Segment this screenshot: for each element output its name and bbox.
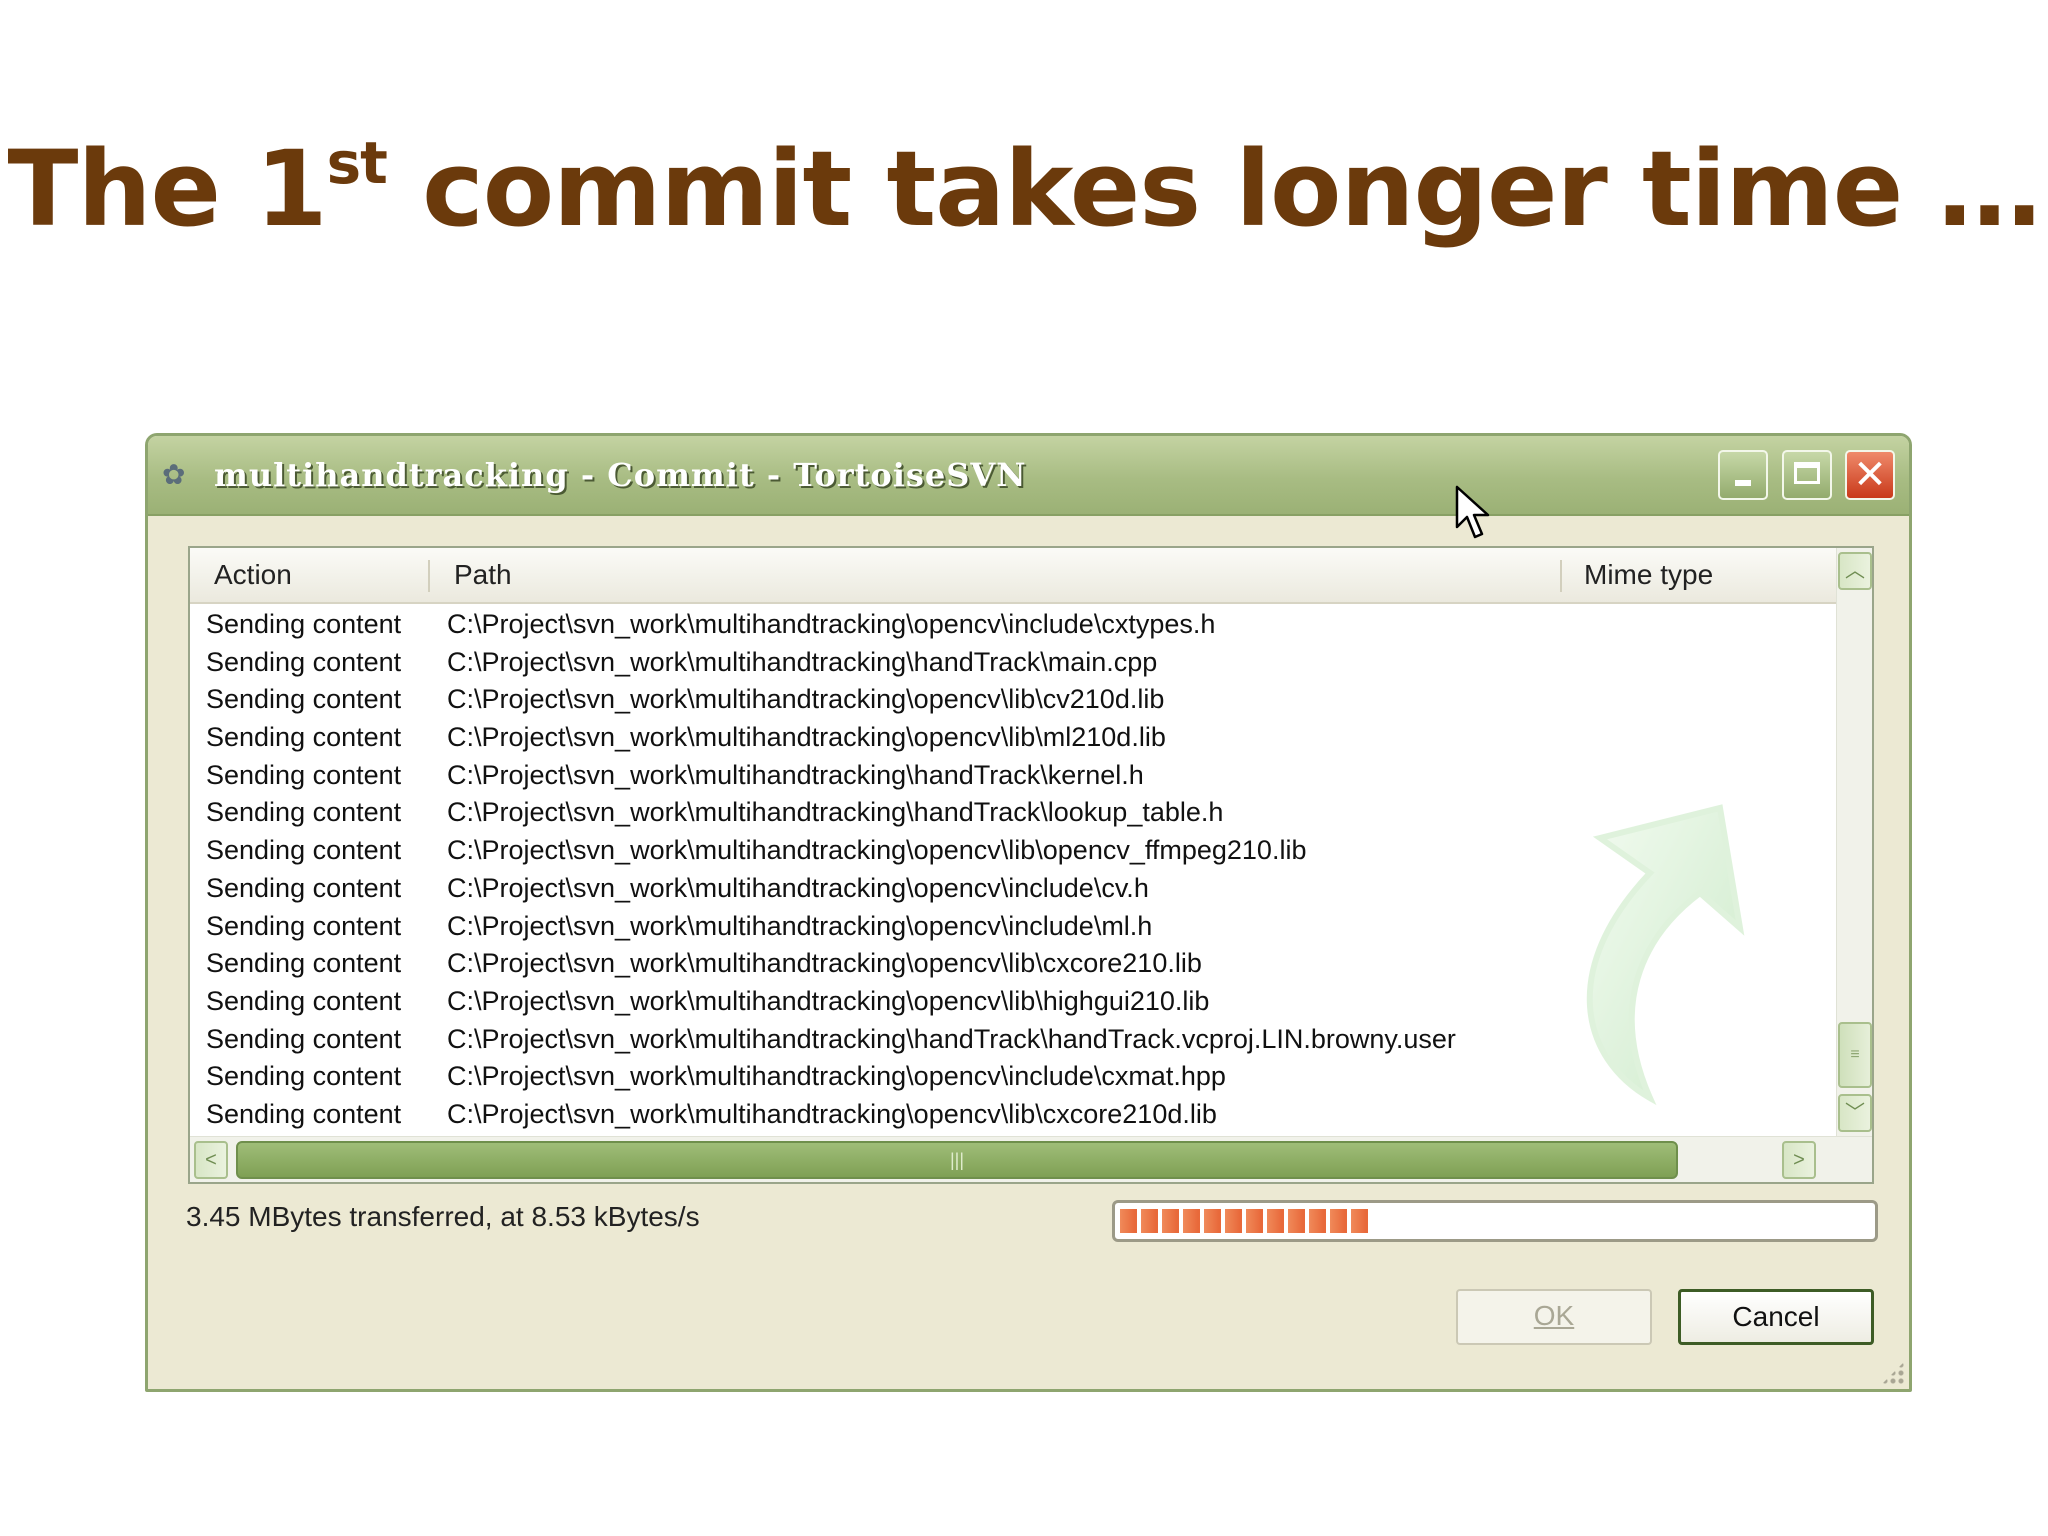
row-action: Sending content bbox=[206, 646, 402, 677]
list-item[interactable]: Sending content C:\Project\svn_work\multi… bbox=[190, 983, 1836, 1021]
scroll-left-button[interactable]: < bbox=[194, 1141, 228, 1179]
row-action: Sending content bbox=[206, 1023, 402, 1054]
row-path: C:\Project\svn_work\multihandtracking\op… bbox=[447, 609, 1216, 639]
list-item[interactable]: Sending content C:\Project\svn_work\multi… bbox=[190, 945, 1836, 983]
list-rows: Sending content C:\Project\svn_work\multi… bbox=[190, 606, 1836, 1134]
progress-bar bbox=[1112, 1200, 1878, 1242]
row-path: C:\Project\svn_work\multihandtracking\op… bbox=[447, 835, 1307, 866]
ok-button[interactable]: OK bbox=[1456, 1289, 1652, 1345]
commit-list[interactable]: Action Path Mime type Sending content C:\… bbox=[188, 546, 1874, 1184]
slide-title: The 1st commit takes longer time … bbox=[0, 128, 2048, 250]
row-path: C:\Project\svn_work\multihandtracking\ha… bbox=[447, 646, 1158, 677]
chevron-up-icon: ︿ bbox=[1845, 560, 1865, 582]
row-path: C:\Project\svn_work\multihandtracking\op… bbox=[447, 684, 1165, 715]
row-path: C:\Project\svn_work\multihandtracking\ha… bbox=[447, 759, 1144, 790]
vertical-scroll-thumb[interactable]: ≡ bbox=[1838, 1022, 1872, 1088]
scroll-down-button[interactable]: ﹀ bbox=[1838, 1094, 1872, 1132]
grip-icon: ||| bbox=[949, 1150, 965, 1170]
grip-icon: ≡ bbox=[1850, 1046, 1860, 1063]
title-bar[interactable]: ✿ multihandtracking - Commit - TortoiseS… bbox=[148, 436, 1909, 516]
list-item[interactable]: Sending content C:\Project\svn_work\multi… bbox=[190, 757, 1836, 795]
row-path: C:\Project\svn_work\multihandtracking\ha… bbox=[447, 797, 1224, 828]
minimize-icon bbox=[1735, 480, 1751, 486]
row-action: Sending content bbox=[206, 985, 402, 1016]
minimize-button[interactable] bbox=[1718, 450, 1768, 500]
resize-grip[interactable] bbox=[1881, 1361, 1905, 1385]
row-action: Sending content bbox=[206, 1098, 402, 1129]
mouse-pointer-icon bbox=[1455, 485, 1490, 539]
scroll-right-button[interactable]: > bbox=[1782, 1141, 1816, 1179]
row-action: Sending content bbox=[206, 948, 402, 979]
chevron-left-icon: < bbox=[205, 1149, 217, 1171]
row-path: C:\Project\svn_work\multihandtracking\op… bbox=[447, 872, 1149, 903]
row-action: Sending content bbox=[206, 797, 402, 828]
row-action: Sending content bbox=[206, 1061, 402, 1092]
column-divider[interactable] bbox=[428, 560, 430, 592]
row-path: C:\Project\svn_work\multihandtracking\op… bbox=[447, 985, 1210, 1016]
title-superscript: st bbox=[326, 129, 388, 198]
cancel-button[interactable]: Cancel bbox=[1678, 1289, 1874, 1345]
horizontal-scrollbar[interactable]: < ||| > bbox=[190, 1136, 1872, 1182]
column-divider[interactable] bbox=[1560, 560, 1562, 592]
column-header-action[interactable]: Action bbox=[214, 548, 292, 602]
commit-dialog: ✿ multihandtracking - Commit - TortoiseS… bbox=[145, 433, 1912, 1392]
row-path: C:\Project\svn_work\multihandtracking\op… bbox=[447, 722, 1166, 753]
close-icon: ✕ bbox=[1853, 452, 1887, 498]
title-prefix: The 1 bbox=[7, 128, 328, 250]
list-item[interactable]: Sending content C:\Project\svn_work\multi… bbox=[190, 832, 1836, 870]
list-item[interactable]: Sending content C:\Project\svn_work\multi… bbox=[190, 719, 1836, 757]
progress-fill bbox=[1120, 1209, 1368, 1233]
list-item[interactable]: Sending content C:\Project\svn_work\multi… bbox=[190, 681, 1836, 719]
scroll-up-button[interactable]: ︿ bbox=[1838, 552, 1872, 590]
row-action: Sending content bbox=[206, 872, 402, 903]
list-item[interactable]: Sending content C:\Project\svn_work\multi… bbox=[190, 1058, 1836, 1096]
vertical-scrollbar[interactable]: ︿ ≡ ﹀ bbox=[1836, 548, 1872, 1136]
row-action: Sending content bbox=[206, 722, 402, 753]
list-item[interactable]: Sending content C:\Project\svn_work\multi… bbox=[190, 1096, 1836, 1134]
list-item[interactable]: Sending content C:\Project\svn_work\multi… bbox=[190, 644, 1836, 682]
row-action: Sending content bbox=[206, 759, 402, 790]
row-action: Sending content bbox=[206, 609, 402, 639]
row-action: Sending content bbox=[206, 835, 402, 866]
maximize-icon bbox=[1794, 462, 1820, 484]
list-item[interactable]: Sending content C:\Project\svn_work\multi… bbox=[190, 870, 1836, 908]
transfer-status: 3.45 MBytes transferred, at 8.53 kBytes/… bbox=[186, 1201, 700, 1232]
horizontal-scroll-thumb[interactable]: ||| bbox=[236, 1141, 1678, 1179]
row-action: Sending content bbox=[206, 910, 402, 941]
title-suffix: commit takes longer time … bbox=[386, 128, 2041, 250]
list-item[interactable]: Sending content C:\Project\svn_work\multi… bbox=[190, 794, 1836, 832]
tortoisesvn-icon[interactable]: ✿ bbox=[162, 460, 196, 490]
row-path: C:\Project\svn_work\multihandtracking\op… bbox=[447, 1061, 1226, 1092]
list-item[interactable]: Sending content C:\Project\svn_work\multi… bbox=[190, 908, 1836, 946]
ok-label: OK bbox=[1533, 1300, 1575, 1331]
close-button[interactable]: ✕ bbox=[1845, 450, 1895, 500]
row-path: C:\Project\svn_work\multihandtracking\op… bbox=[447, 910, 1153, 941]
column-header-mime-type[interactable]: Mime type bbox=[1584, 548, 1713, 602]
list-item[interactable]: Sending content C:\Project\svn_work\multi… bbox=[190, 1021, 1836, 1059]
chevron-right-icon: > bbox=[1793, 1149, 1805, 1171]
list-item[interactable]: Sending content C:\Project\svn_work\multi… bbox=[190, 606, 1836, 644]
column-header-path[interactable]: Path bbox=[454, 548, 512, 602]
row-action: Sending content bbox=[206, 684, 402, 715]
row-path: C:\Project\svn_work\multihandtracking\op… bbox=[447, 948, 1202, 979]
row-path: C:\Project\svn_work\multihandtracking\ha… bbox=[447, 1023, 1456, 1054]
maximize-button[interactable] bbox=[1782, 450, 1832, 500]
list-header: Action Path Mime type bbox=[190, 548, 1836, 604]
window-title: multihandtracking - Commit - TortoiseSVN bbox=[214, 456, 1027, 494]
row-path: C:\Project\svn_work\multihandtracking\op… bbox=[447, 1098, 1217, 1129]
chevron-down-icon: ﹀ bbox=[1845, 1102, 1865, 1124]
